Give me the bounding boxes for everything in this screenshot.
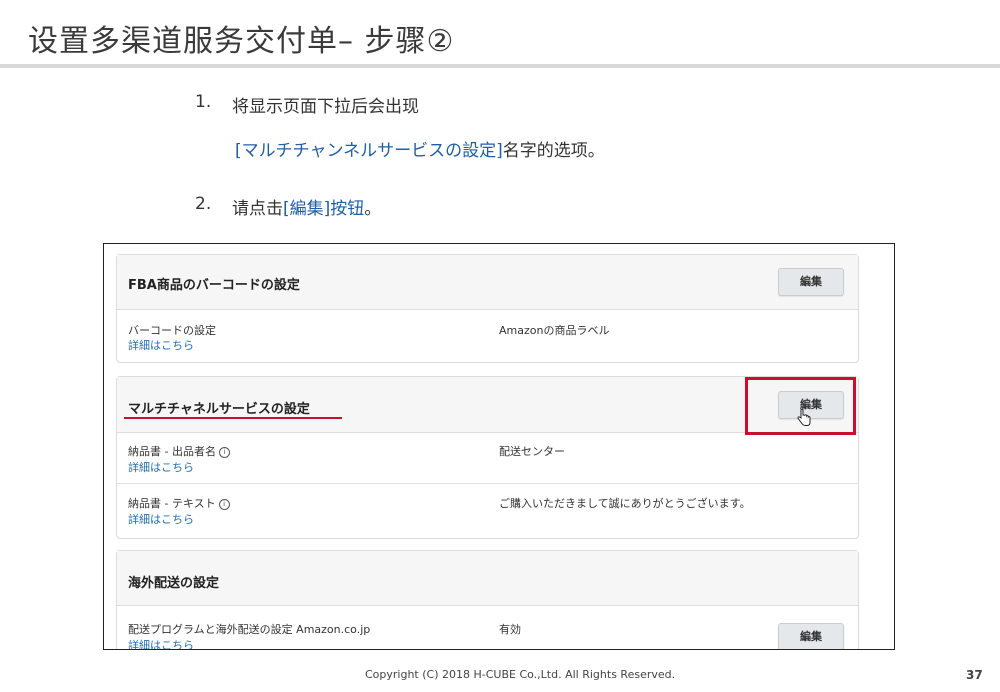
edit-button[interactable]: 編集 (778, 623, 844, 649)
step-number: 1. (195, 92, 212, 112)
details-link[interactable]: 詳細はこちら (128, 511, 194, 527)
details-link[interactable]: 詳細はこちら (128, 637, 194, 649)
step-text: 。 (364, 199, 382, 219)
page-number: 37 (966, 668, 983, 682)
details-link[interactable]: 詳細はこちら (128, 337, 194, 353)
card-title: 海外配送の設定 (128, 576, 220, 591)
edit-button-highlight: [編集]按钮 (283, 199, 365, 219)
step-text: 名字的选项。 (502, 141, 605, 161)
step-text: 将显示页面下拉后会出现 (232, 97, 419, 117)
row-value: 配送センター (499, 445, 565, 458)
step-number: 2. (195, 194, 212, 214)
step-text: 请点击 (232, 199, 283, 219)
row-divider (117, 483, 858, 484)
copyright-text: Copyright (C) 2018 H-CUBE Co.,Ltd. All R… (365, 668, 676, 681)
row-label: 配送プログラムと海外配送の設定 Amazon.co.jp (128, 623, 371, 636)
row-label: バーコードの設定 (128, 324, 216, 337)
card-header: FBA商品のバーコードの設定 編集 (117, 255, 858, 310)
red-underline-highlight (124, 417, 342, 419)
hand-cursor-icon (797, 409, 811, 426)
info-icon[interactable]: i (218, 498, 230, 510)
row-value: ご購入いただきまして誠にありがとうございます。 (499, 497, 751, 510)
card-title: マルチチャネルサービスの設定 (128, 402, 310, 417)
row-label: 納品書 - 出品者名 i (128, 443, 230, 459)
international-shipping-card: 海外配送の設定 配送プログラムと海外配送の設定 Amazon.co.jp 詳細は… (116, 550, 859, 649)
details-link[interactable]: 詳細はこちら (128, 459, 194, 475)
card-header: 海外配送の設定 (117, 551, 858, 606)
info-icon[interactable]: i (218, 446, 230, 458)
slide-title: 设置多渠道服务交付单– 步骤② (28, 24, 455, 59)
row-value: 有効 (499, 623, 521, 636)
row-value: Amazonの商品ラベル (499, 324, 610, 337)
card-title: FBA商品のバーコードの設定 (128, 278, 300, 293)
title-rule (0, 64, 1000, 68)
row-label: 納品書 - テキスト i (128, 495, 230, 511)
barcode-settings-card: FBA商品のバーコードの設定 編集 バーコードの設定 詳細はこちら Amazon… (116, 254, 859, 363)
settings-screenshot: FBA商品のバーコードの設定 編集 バーコードの設定 詳細はこちら Amazon… (103, 243, 895, 650)
section-name-highlight: [マルチチャンネルサービスの設定] (235, 141, 503, 161)
edit-button[interactable]: 編集 (778, 268, 844, 296)
